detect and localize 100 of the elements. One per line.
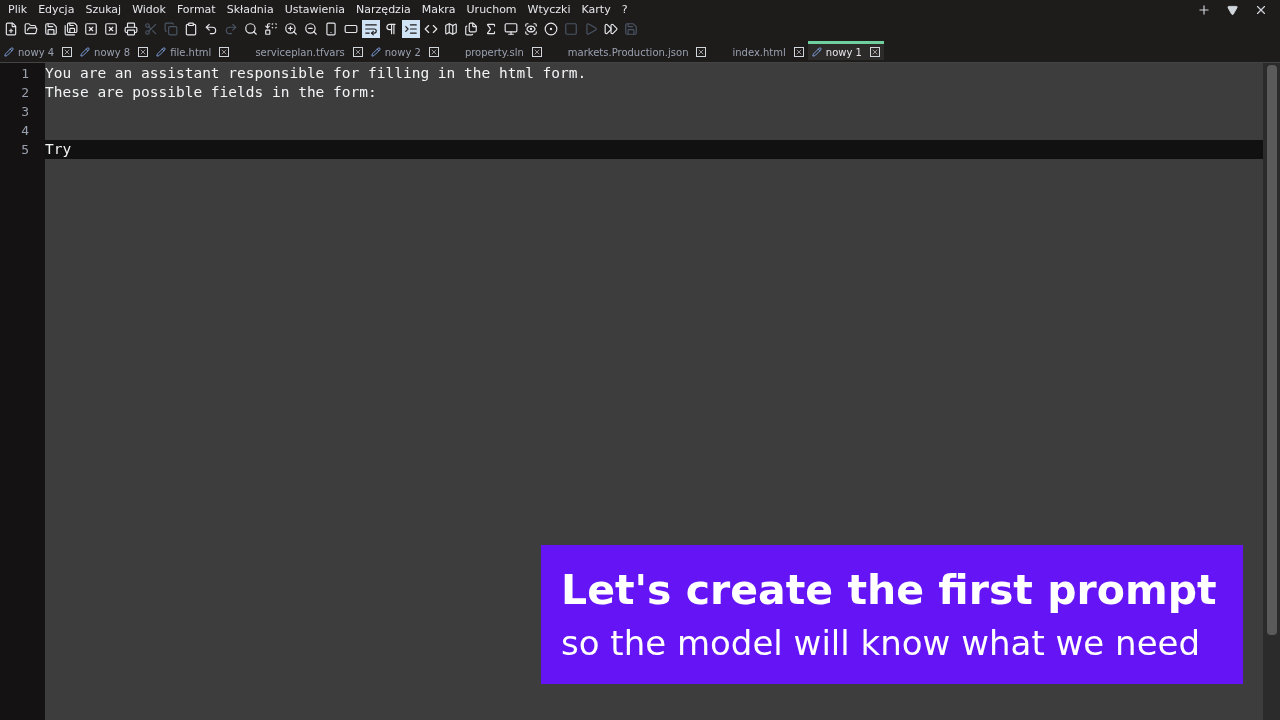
tab[interactable]: property.sln [442,41,546,60]
tab-label: file.html [170,45,212,60]
menu-item[interactable]: Składnia [226,1,274,19]
tab[interactable]: nowy 4 [0,41,77,60]
toolbar-button[interactable] [282,20,300,38]
line-number: 5 [21,140,29,159]
toolbar-button[interactable] [242,20,260,38]
tab[interactable]: markets.Production.json [545,41,711,60]
tab-close-button[interactable] [219,47,230,57]
close-icon [794,48,803,56]
close-icon [84,22,98,36]
zoom-out-icon [304,22,318,36]
tab-label: nowy 4 [18,45,55,60]
new-file-icon [4,22,18,36]
menu-item[interactable]: Format [176,1,216,19]
tab-label: markets.Production.json [567,45,689,60]
close-icon [353,48,362,56]
toolbar-button[interactable] [462,20,480,38]
line-number: 4 [21,121,29,140]
pilcrow-icon [384,22,398,36]
indent-icon [404,22,418,36]
tab-close-button[interactable] [869,47,880,57]
tab-close-button[interactable] [138,47,149,57]
copy-icon [164,22,178,36]
undo-icon [204,22,218,36]
wrap-text-icon [364,22,378,36]
fast-forward-icon [604,22,618,36]
menu-item[interactable]: Edycja [38,1,75,19]
line-number: 2 [21,83,29,102]
save-icon [44,22,58,36]
toolbar-button[interactable] [302,20,320,38]
tab-label: index.html [732,45,786,60]
record-icon [544,22,558,36]
line-number: 1 [21,64,29,83]
triangle-icon [1227,4,1238,16]
menu-item[interactable]: Szukaj [85,1,122,19]
save-all-icon [64,22,78,36]
zoom-in-icon [284,22,298,36]
redo-icon [224,22,238,36]
close-icon [63,48,72,56]
close-icon [139,48,148,56]
toolbar-button[interactable] [502,20,520,38]
toolbar-button[interactable] [122,20,140,38]
search-icon [244,22,258,36]
menu-item[interactable]: Uruchom [466,1,517,19]
caption-subtitle: so the model will know what we need [561,622,1202,666]
code-line: You are an assistant responsible for filling in the html form. [45,63,587,83]
close-icon [870,48,879,56]
toolbar-button[interactable] [522,20,540,38]
toolbar-button[interactable] [262,20,280,38]
toolbar-button[interactable] [102,20,120,38]
tab-close-button[interactable] [696,47,707,57]
stop-icon [564,22,578,36]
tab[interactable]: file.html [152,41,234,60]
menu-item[interactable]: Plik [8,1,28,19]
tab-close-button[interactable] [62,47,73,57]
toolbar-button[interactable] [402,20,420,38]
close-icon [697,48,706,56]
line-number: 3 [21,102,29,121]
tab-close-button[interactable] [793,47,804,57]
map-icon [444,22,458,36]
printer-icon [124,22,138,36]
tab-label: nowy 2 [384,45,421,60]
close-icon [429,48,438,56]
toolbar-button[interactable] [82,20,100,38]
code-line: Try [45,139,72,159]
close-icon [532,48,541,56]
menu-item[interactable]: Widok [132,1,166,19]
menu-item[interactable]: Wtyczki [527,1,571,19]
tab[interactable]: serviceplan.tfvars [233,41,367,60]
plus-icon [1197,3,1211,17]
close-icon [1254,3,1268,17]
menu-item[interactable]: Makra [421,1,456,19]
toolbar-button[interactable] [42,20,60,38]
toolbar-button[interactable] [542,20,560,38]
tab-close-button[interactable] [428,47,439,57]
eye-icon [524,22,538,36]
scrollbar[interactable] [1263,63,1280,720]
function-icon [484,22,498,36]
tab-close-button[interactable] [531,47,542,57]
menu-item[interactable]: Ustawienia [284,1,346,19]
clipboard-icon [184,22,198,36]
scissors-icon [144,22,158,36]
folder-icon [24,22,38,36]
monitor-icon [504,22,518,36]
play-icon [584,22,598,36]
toolbar-button[interactable] [442,20,460,38]
menu-item[interactable]: ? [621,1,628,19]
toolbar-button[interactable] [62,20,80,38]
phone-icon [324,22,338,36]
tab[interactable]: index.html [710,41,808,60]
tab[interactable]: nowy 2 [366,41,443,60]
menu-item[interactable]: Karty [581,1,611,19]
tab[interactable]: nowy 8 [76,41,153,60]
toolbar-button[interactable] [362,20,380,38]
tab-close-button[interactable] [352,47,363,57]
menu-item[interactable]: Narzędzia [356,1,411,19]
rectangle-icon [344,22,358,36]
tab[interactable]: nowy 1 [807,41,884,60]
save-icon [624,22,638,36]
